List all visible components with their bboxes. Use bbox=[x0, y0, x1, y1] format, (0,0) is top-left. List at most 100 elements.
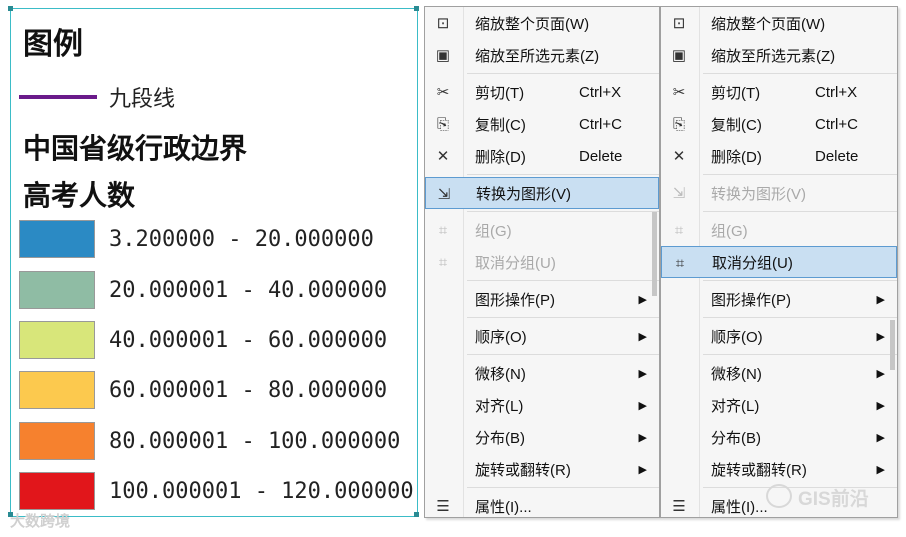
menu-item[interactable]: ⌗ 取消分组(U) bbox=[661, 246, 897, 278]
menu-item-label: 顺序(O) bbox=[711, 328, 763, 346]
zoom-selected-icon: ▣ bbox=[435, 47, 451, 64]
menu-item[interactable]: 顺序(O) ▶ bbox=[425, 320, 659, 352]
menu-item-label: 转换为图形(V) bbox=[711, 185, 806, 203]
zoom-page-icon: ⊡ bbox=[672, 15, 686, 32]
menu-item[interactable]: ⊡ 缩放整个页面(W) bbox=[661, 7, 897, 39]
convert-graphics-icon: ⇲ bbox=[437, 186, 451, 203]
menu-item[interactable]: 图形操作(P) ▶ bbox=[661, 283, 897, 315]
submenu-arrow-icon: ▶ bbox=[638, 293, 647, 306]
convert-graphics-icon: ⇲ bbox=[672, 185, 686, 202]
group-icon: ⌗ bbox=[438, 221, 448, 239]
submenu-arrow-icon: ▶ bbox=[876, 431, 885, 444]
submenu-arrow-icon: ▶ bbox=[876, 463, 885, 476]
menu-item-shortcut: Ctrl+C bbox=[579, 115, 622, 133]
submenu-arrow-icon: ▶ bbox=[638, 399, 647, 412]
menu-item-label: 缩放整个页面(W) bbox=[475, 15, 590, 33]
map-legend[interactable]: 图例 九段线 中国省级行政边界 高考人数 3.200000 - 20.00000… bbox=[8, 6, 419, 517]
menu-item[interactable]: ✕ 删除(D) Delete bbox=[661, 140, 897, 172]
menu-item[interactable]: ⇲ 转换为图形(V) bbox=[425, 177, 659, 209]
menu-item[interactable]: ⊡ 缩放整个页面(W) bbox=[425, 7, 659, 39]
menu-item-shortcut: Ctrl+C bbox=[815, 115, 858, 133]
menu-item[interactable]: 对齐(L) ▶ bbox=[425, 389, 659, 421]
legend-class-label: 3.200000 - 20.000000 bbox=[109, 226, 374, 252]
menu-item-label: 分布(B) bbox=[475, 429, 525, 447]
menu-item[interactable]: 图形操作(P) ▶ bbox=[425, 283, 659, 315]
menu-item[interactable]: 微移(N) ▶ bbox=[661, 357, 897, 389]
nine-dash-line-swatch bbox=[19, 95, 97, 99]
menu-item[interactable]: 分布(B) ▶ bbox=[661, 421, 897, 453]
menu-item-label: 组(G) bbox=[711, 222, 748, 240]
menu-item[interactable]: 顺序(O) ▶ bbox=[661, 320, 897, 352]
menu-item-label: 属性(I)... bbox=[711, 498, 768, 516]
menu-item-shortcut: Delete bbox=[815, 147, 859, 165]
properties-icon: ☰ bbox=[672, 498, 686, 515]
menu-separator bbox=[467, 174, 659, 175]
menu-separator bbox=[467, 487, 659, 488]
menu-item[interactable]: ✂ 剪切(T) Ctrl+X bbox=[425, 76, 659, 108]
menu-item-label: 微移(N) bbox=[475, 365, 526, 383]
menu-item[interactable]: ▣ 缩放至所选元素(Z) bbox=[661, 39, 897, 71]
group-icon: ⌗ bbox=[674, 221, 684, 239]
legend-field-title: 高考人数 bbox=[23, 179, 136, 212]
selection-handle[interactable] bbox=[414, 512, 419, 517]
watermark-right: GIS前沿 bbox=[798, 489, 869, 510]
menu-separator bbox=[703, 317, 897, 318]
menu-item-label: 缩放至所选元素(Z) bbox=[711, 47, 836, 65]
menu-item[interactable]: ⎘ 复制(C) Ctrl+C bbox=[425, 108, 659, 140]
submenu-arrow-icon: ▶ bbox=[876, 367, 885, 380]
menu-item-label: 属性(I)... bbox=[475, 498, 532, 516]
menu-item: ⌗ 组(G) bbox=[425, 214, 659, 246]
menu-item[interactable]: ☰ 属性(I)... bbox=[425, 490, 659, 522]
legend-class-label: 80.000001 - 100.000000 bbox=[109, 428, 401, 454]
properties-icon: ☰ bbox=[436, 498, 450, 515]
legend-class-swatch bbox=[19, 321, 95, 359]
menu-separator bbox=[703, 354, 897, 355]
menu-item-label: 取消分组(U) bbox=[712, 254, 793, 272]
menu-separator bbox=[467, 354, 659, 355]
context-menu-after[interactable]: ⊡ 缩放整个页面(W) ▣ 缩放至所选元素(Z) ✂ 剪切(T) Ctrl+X ⎘ 复制(C) C… bbox=[660, 6, 898, 518]
zoom-page-icon: ⊡ bbox=[436, 15, 450, 32]
menu-item[interactable]: ✕ 删除(D) Delete bbox=[425, 140, 659, 172]
legend-class-row: 20.000001 - 40.000000 bbox=[19, 271, 387, 309]
menu-item-label: 剪切(T) bbox=[711, 84, 761, 102]
legend-class-swatch bbox=[19, 422, 95, 460]
submenu-arrow-icon: ▶ bbox=[876, 293, 885, 306]
menu-item-shortcut: Delete bbox=[579, 147, 623, 165]
legend-class-row: 40.000001 - 60.000000 bbox=[19, 321, 387, 359]
menu-item-label: 复制(C) bbox=[711, 116, 762, 134]
submenu-arrow-icon: ▶ bbox=[638, 431, 647, 444]
menu-separator bbox=[703, 211, 897, 212]
legend-class-label: 100.000001 - 120.000000 bbox=[109, 478, 414, 504]
menu-separator bbox=[467, 211, 659, 212]
menu-item-label: 微移(N) bbox=[711, 365, 762, 383]
menu-item[interactable]: 旋转或翻转(R) ▶ bbox=[661, 453, 897, 485]
menu-item-label: 缩放至所选元素(Z) bbox=[475, 47, 600, 65]
menu-item[interactable]: 分布(B) ▶ bbox=[425, 421, 659, 453]
menu-item: ⇲ 转换为图形(V) bbox=[661, 177, 897, 209]
menu-item[interactable]: ⎘ 复制(C) Ctrl+C bbox=[661, 108, 897, 140]
legend-line-entry: 九段线 bbox=[19, 82, 175, 112]
menu-item-shortcut: Ctrl+X bbox=[579, 83, 622, 101]
menu-item-label: 图形操作(P) bbox=[475, 291, 555, 309]
legend-title: 图例 bbox=[23, 27, 83, 62]
menu-item[interactable]: ✂ 剪切(T) Ctrl+X bbox=[661, 76, 897, 108]
legend-line-label: 九段线 bbox=[109, 87, 176, 112]
selection-handle[interactable] bbox=[8, 6, 13, 11]
legend-class-swatch bbox=[19, 472, 95, 510]
menu-item[interactable]: 旋转或翻转(R) ▶ bbox=[425, 453, 659, 485]
context-menu-before[interactable]: ⊡ 缩放整个页面(W) ▣ 缩放至所选元素(Z) ✂ 剪切(T) Ctrl+X ⎘ 复制(C) C… bbox=[424, 6, 660, 518]
menu-item: ⌗ 取消分组(U) bbox=[425, 246, 659, 278]
menu-separator bbox=[467, 317, 659, 318]
scissors-icon: ✂ bbox=[436, 84, 450, 101]
menu-item[interactable]: 微移(N) ▶ bbox=[425, 357, 659, 389]
menu-item-label: 分布(B) bbox=[711, 429, 761, 447]
submenu-arrow-icon: ▶ bbox=[638, 330, 647, 343]
selection-handle[interactable] bbox=[414, 6, 419, 11]
legend-class-row: 60.000001 - 80.000000 bbox=[19, 371, 387, 409]
menu-separator bbox=[703, 280, 897, 281]
menu-item[interactable]: ▣ 缩放至所选元素(Z) bbox=[425, 39, 659, 71]
menu-item-label: 删除(D) bbox=[475, 148, 526, 166]
menu-item[interactable]: 对齐(L) ▶ bbox=[661, 389, 897, 421]
ungroup-icon: ⌗ bbox=[675, 254, 685, 272]
menu-separator bbox=[703, 73, 897, 74]
